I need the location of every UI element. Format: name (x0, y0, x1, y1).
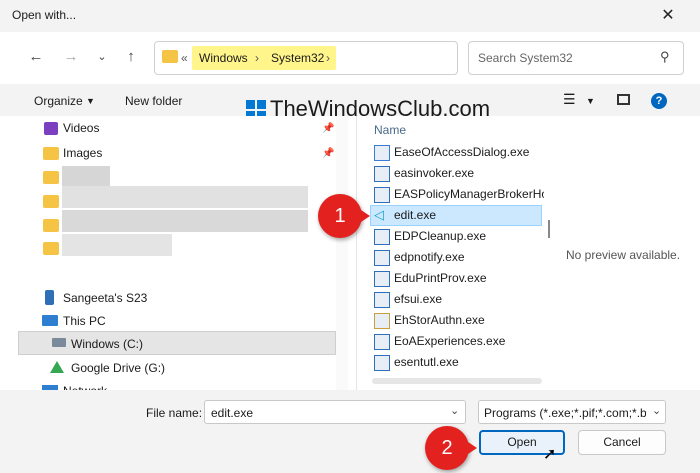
folder-icon (43, 242, 59, 255)
file-name-dropdown-icon[interactable]: ⌄ (450, 404, 459, 417)
back-arrow-icon[interactable]: ← (24, 45, 48, 69)
exe-file-icon (374, 271, 390, 287)
callout-badge-1: 1 (318, 194, 362, 238)
file-type-dropdown-icon[interactable]: ⌄ (652, 404, 661, 417)
file-row[interactable]: ◁ edit.exe (374, 205, 544, 226)
file-type-value[interactable]: Programs (*.exe;*.pif;*.com;*.bat;*.cmd) (484, 406, 646, 420)
file-name[interactable]: EhStorAuthn.exe (394, 310, 485, 331)
help-icon[interactable]: ? (651, 93, 667, 109)
organize-button[interactable]: Organize (34, 94, 83, 108)
redacted-block (62, 210, 308, 232)
up-arrow-icon[interactable]: ↑ (119, 45, 143, 69)
file-name[interactable]: efsui.exe (394, 289, 442, 310)
file-name[interactable]: easinvoker.exe (394, 163, 474, 184)
edit-app-icon: ◁ (374, 207, 384, 222)
folder-icon (162, 50, 178, 63)
exe-file-icon (374, 250, 390, 266)
chevron-down-icon[interactable]: ⌄ (90, 45, 114, 69)
callout-pointer (465, 440, 477, 456)
redacted-block (62, 186, 308, 208)
redacted-block (62, 234, 172, 256)
file-name[interactable]: EaseOfAccessDialog.exe (394, 142, 529, 163)
exe-file-icon (374, 229, 390, 245)
pin-icon[interactable]: 📌 (322, 123, 334, 134)
this-pc-icon (42, 315, 58, 326)
nav-item-images[interactable]: Images (63, 142, 363, 164)
file-row[interactable]: EduPrintProv.exe (374, 268, 544, 289)
file-row[interactable]: EaseOfAccessDialog.exe (374, 142, 544, 163)
file-row[interactable]: edpnotify.exe (374, 247, 544, 268)
pane-divider[interactable] (356, 116, 357, 390)
nav-item-network[interactable]: Network (63, 380, 363, 390)
file-scrollbar-thumb[interactable] (548, 220, 550, 238)
folder-icon (43, 147, 59, 160)
view-options-icon[interactable]: ☰ (563, 91, 576, 108)
phone-icon (45, 290, 54, 305)
overflow-marker[interactable]: « (181, 51, 188, 65)
file-name[interactable]: EDPCleanup.exe (394, 226, 486, 247)
nav-item-phone[interactable]: Sangeeta's S23 (63, 287, 363, 309)
exe-file-icon (374, 187, 390, 203)
breadcrumb-chevron-icon[interactable]: › (326, 51, 330, 65)
breadcrumb-system32[interactable]: System32 (271, 51, 324, 65)
view-dropdown-icon[interactable]: ▼ (586, 96, 595, 106)
file-name[interactable]: EduPrintProv.exe (394, 268, 487, 289)
folder-icon (43, 195, 59, 208)
file-name[interactable]: edpnotify.exe (394, 247, 465, 268)
callout-badge-2: 2 (425, 426, 469, 470)
file-row[interactable]: easinvoker.exe (374, 163, 544, 184)
breadcrumb-windows[interactable]: Windows (199, 51, 248, 65)
preview-pane-icon[interactable] (617, 94, 630, 105)
file-row[interactable]: EhStorAuthn.exe (374, 310, 544, 331)
drive-icon (52, 338, 66, 347)
file-row[interactable]: EoAExperiences.exe (374, 331, 544, 352)
file-name[interactable]: esentutl.exe (394, 352, 459, 373)
close-icon[interactable]: ✕ (654, 2, 682, 30)
nav-scrollbar[interactable] (336, 116, 348, 390)
folder-icon (43, 171, 59, 184)
preview-message: No preview available. (566, 248, 681, 262)
exe-file-icon (374, 145, 390, 161)
exe-file-icon (374, 355, 390, 371)
file-name[interactable]: EoAExperiences.exe (394, 331, 505, 352)
file-row[interactable]: efsui.exe (374, 289, 544, 310)
forward-arrow-icon[interactable]: → (59, 45, 83, 69)
exe-file-icon (374, 334, 390, 350)
mouse-cursor-icon: ➚ (543, 446, 557, 463)
file-row[interactable]: EASPolicyManagerBrokerHost.exe (374, 184, 544, 205)
exe-file-icon (374, 313, 390, 329)
file-name-value[interactable]: edit.exe (211, 406, 253, 420)
breadcrumb-separator-icon: › (255, 51, 259, 65)
title-bar (0, 0, 700, 32)
exe-file-icon (374, 166, 390, 182)
exe-file-icon (374, 292, 390, 308)
nav-item-windows-c[interactable]: Windows (C:) (71, 333, 371, 355)
horizontal-scrollbar[interactable] (372, 378, 542, 384)
nav-item-this-pc[interactable]: This PC (63, 310, 363, 332)
file-name[interactable]: edit.exe (394, 205, 436, 226)
cancel-button[interactable]: Cancel (578, 430, 666, 455)
search-placeholder[interactable]: Search System32 (478, 51, 573, 65)
nav-item-videos[interactable]: Videos (63, 117, 363, 139)
google-drive-icon (50, 361, 64, 373)
pin-icon[interactable]: 📌 (322, 148, 334, 159)
organize-dropdown-icon[interactable]: ▼ (86, 96, 95, 106)
callout-pointer (358, 208, 370, 224)
window-title: Open with... (12, 8, 77, 22)
column-header-name[interactable]: Name (374, 123, 406, 137)
new-folder-button[interactable]: New folder (125, 94, 182, 108)
file-row[interactable]: esentutl.exe (374, 352, 544, 373)
file-row[interactable]: EDPCleanup.exe (374, 226, 544, 247)
redacted-block (62, 166, 110, 188)
nav-item-google-drive[interactable]: Google Drive (G:) (71, 357, 371, 379)
folder-icon (43, 219, 59, 232)
videos-icon (44, 122, 58, 135)
search-icon: ⚲ (660, 49, 670, 64)
file-name-label: File name: (146, 406, 203, 420)
file-name[interactable]: EASPolicyManagerBrokerHost.exe (394, 184, 544, 205)
